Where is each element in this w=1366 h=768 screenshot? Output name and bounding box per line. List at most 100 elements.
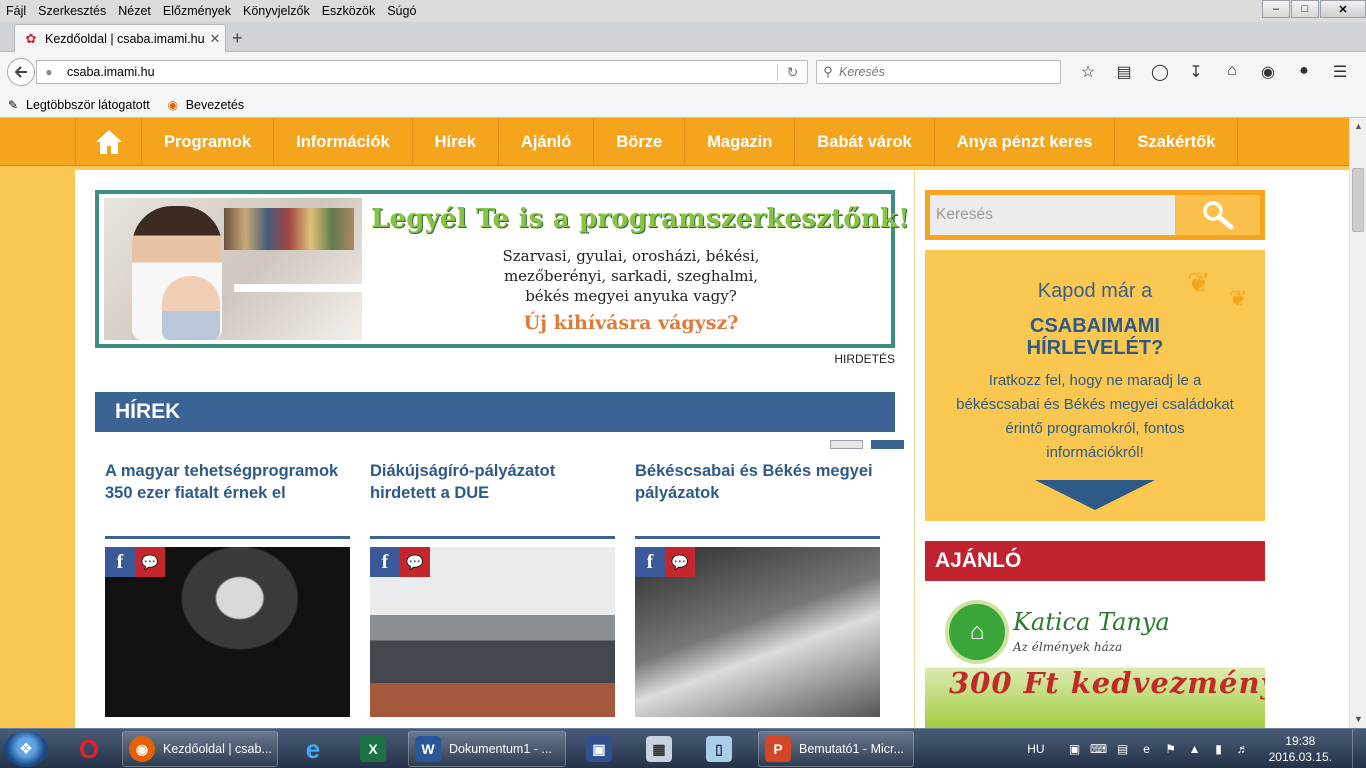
reload-icon[interactable]: ↻ [777, 63, 807, 81]
back-button[interactable] [7, 58, 35, 86]
windows-logo-icon: ❖ [18, 741, 34, 758]
url-text[interactable]: csaba.imami.hu [61, 65, 777, 79]
tray-monitor-icon[interactable]: ▤ [1111, 742, 1135, 756]
menu-bar: Fájl Szerkesztés Nézet Előzmények Könyvj… [0, 0, 1366, 22]
news-title[interactable]: A magyar tehetségprogramok 350 ezer fiat… [105, 460, 350, 526]
scroll-up-icon[interactable]: ▲ [1350, 118, 1366, 135]
menu-help[interactable]: Súgó [381, 4, 422, 18]
bookmark-most-visited[interactable]: ✎ Legtöbbször látogatott [5, 97, 150, 113]
home-icon[interactable]: ⌂ [1214, 62, 1250, 82]
nav-experts[interactable]: Szakértők [1115, 118, 1239, 166]
menu-file[interactable]: Fájl [0, 4, 32, 18]
news-card[interactable]: A magyar tehetségprogramok 350 ezer fiat… [105, 460, 350, 717]
home-button[interactable] [76, 118, 142, 166]
reading-list-icon[interactable]: ▤ [1106, 62, 1142, 82]
chat-icon[interactable]: ◉ [1250, 62, 1286, 82]
bookmark-star-icon[interactable]: ☆ [1070, 62, 1106, 82]
comment-icon[interactable]: 💬 [665, 547, 695, 577]
tray-network-icon[interactable]: ▲ [1183, 742, 1207, 756]
system-clock[interactable]: 19:38 2016.03.15. [1269, 733, 1332, 765]
newsletter-arrow-icon[interactable] [1035, 480, 1155, 510]
taskbar-internet-explorer[interactable]: e [286, 731, 340, 767]
new-tab-button[interactable]: + [232, 28, 243, 49]
site-search-button[interactable] [1175, 195, 1260, 235]
adblock-icon[interactable]: ● [1286, 62, 1322, 82]
menu-bookmarks[interactable]: Könyvjelzők [237, 4, 316, 18]
editor-recruitment-banner[interactable]: Legyél Te is a programszerkesztőnk! Szar… [95, 190, 910, 348]
news-image-newspaper[interactable]: f 💬 [635, 547, 880, 717]
language-indicator[interactable]: HU [1027, 742, 1044, 756]
search-icon: ⚲ [823, 64, 833, 79]
comment-icon[interactable]: 💬 [135, 547, 165, 577]
menu-edit[interactable]: Szerkesztés [32, 4, 112, 18]
start-button[interactable]: ❖ [4, 731, 48, 767]
news-image-speaker[interactable]: f 💬 [105, 547, 350, 717]
taskbar-firefox-window[interactable]: ◉ Kezdőoldal | csab... [122, 731, 278, 767]
news-title[interactable]: Békéscsabai és Békés megyei pályázatok [635, 460, 880, 526]
ad-discount: 300 Ft kedvezmény [949, 666, 1265, 700]
taskbar-word-window[interactable]: W Dokumentum1 - ... [408, 731, 566, 767]
site-search-input[interactable]: Keresés [930, 195, 1175, 235]
katica-tanya-ad[interactable]: ⌂ Katica Tanya Az élmények háza 300 Ft k… [925, 600, 1265, 728]
slider-page-1[interactable] [830, 440, 863, 449]
tray-keyboard-icon[interactable]: ⌨ [1087, 742, 1111, 756]
maximize-button[interactable]: □ [1291, 0, 1319, 18]
opera-icon: O [78, 733, 100, 764]
pocket-icon[interactable]: ◯ [1142, 62, 1178, 82]
hamburger-menu-icon[interactable]: ☰ [1322, 62, 1358, 82]
taskbar-excel[interactable]: X [346, 731, 400, 767]
tray-app-icon[interactable]: ▣ [1063, 742, 1087, 756]
tray-volume-icon[interactable]: ♬ [1231, 742, 1255, 756]
tab-bar: ✿ Kezdőoldal | csaba.imami.hu ✕ + [0, 22, 1366, 52]
scroll-thumb[interactable] [1352, 168, 1364, 232]
news-title[interactable]: Diákújságíró-pályázatot hirdetett a DUE [370, 460, 615, 526]
windows-taskbar: ❖ O ◉ Kezdőoldal | csab... e X W Dokumen… [0, 728, 1366, 768]
firefox-icon: ◉ [129, 736, 155, 762]
facebook-icon[interactable]: f [370, 547, 400, 577]
facebook-icon[interactable]: f [635, 547, 665, 577]
katica-tanya-logo-icon: ⌂ [945, 600, 1009, 664]
bookmark-label: Bevezetés [185, 97, 245, 112]
taskbar-notes[interactable]: ▯ [692, 731, 746, 767]
bookmark-getting-started[interactable]: ◉ Bevezetés [165, 97, 244, 113]
close-window-button[interactable]: ✕ [1320, 0, 1366, 18]
menu-tools[interactable]: Eszközök [316, 4, 382, 18]
nav-recommendations[interactable]: Ajánló [499, 118, 595, 166]
facebook-icon[interactable]: f [105, 547, 135, 577]
page-scrollbar[interactable]: ▲ ▼ [1349, 118, 1366, 728]
page-viewport: Programok Információk Hírek Ajánló Börze… [0, 118, 1349, 728]
slider-page-2[interactable] [871, 440, 904, 449]
taskbar-opera[interactable]: O [62, 731, 116, 767]
scroll-down-icon[interactable]: ▼ [1350, 711, 1366, 728]
nav-marketplace[interactable]: Börze [594, 118, 686, 166]
taskbar-calculator[interactable]: ▦ [632, 731, 686, 767]
nav-information[interactable]: Információk [274, 118, 413, 166]
nav-programs[interactable]: Programok [142, 118, 275, 166]
menu-history[interactable]: Előzmények [157, 4, 237, 18]
bookmark-label: Legtöbbször látogatott [26, 97, 150, 112]
home-icon [95, 130, 122, 154]
nav-mom-earns-money[interactable]: Anya pénzt keres [935, 118, 1116, 166]
news-image-press[interactable]: f 💬 [370, 547, 615, 717]
newsletter-box[interactable]: ❦ ❦ Kapod már a CSABAIMAMI HÍRLEVELÉT? I… [925, 250, 1265, 521]
tray-ie-icon[interactable]: e [1135, 742, 1159, 756]
toolbar-icons: ☆ ▤ ◯ ↧ ⌂ ◉ ● ☰ [1070, 62, 1358, 82]
download-icon[interactable]: ↧ [1178, 62, 1214, 82]
tray-flag-icon[interactable]: ⚑ [1159, 742, 1183, 756]
browser-search-field[interactable]: ⚲ Keresés [816, 60, 1061, 84]
menu-view[interactable]: Nézet [112, 4, 157, 18]
comment-icon[interactable]: 💬 [400, 547, 430, 577]
news-card[interactable]: Békéscsabai és Békés megyei pályázatok f… [635, 460, 880, 717]
nav-expecting[interactable]: Babát várok [795, 118, 935, 166]
tray-signal-icon[interactable]: ▮ [1207, 742, 1231, 756]
nav-magazine[interactable]: Magazin [685, 118, 796, 166]
taskbar-save-app[interactable]: ▣ [572, 731, 626, 767]
news-card[interactable]: Diákújságíró-pályázatot hirdetett a DUE … [370, 460, 615, 717]
nav-news[interactable]: Hírek [413, 118, 499, 166]
close-tab-icon[interactable]: ✕ [205, 31, 225, 47]
address-bar[interactable]: ● csaba.imami.hu ↻ [36, 60, 808, 84]
browser-tab[interactable]: ✿ Kezdőoldal | csaba.imami.hu ✕ [14, 24, 226, 52]
minimize-button[interactable]: – [1262, 0, 1290, 18]
show-desktop-button[interactable] [1352, 729, 1366, 768]
taskbar-powerpoint-window[interactable]: P Bemutató1 - Micr... [758, 731, 914, 767]
